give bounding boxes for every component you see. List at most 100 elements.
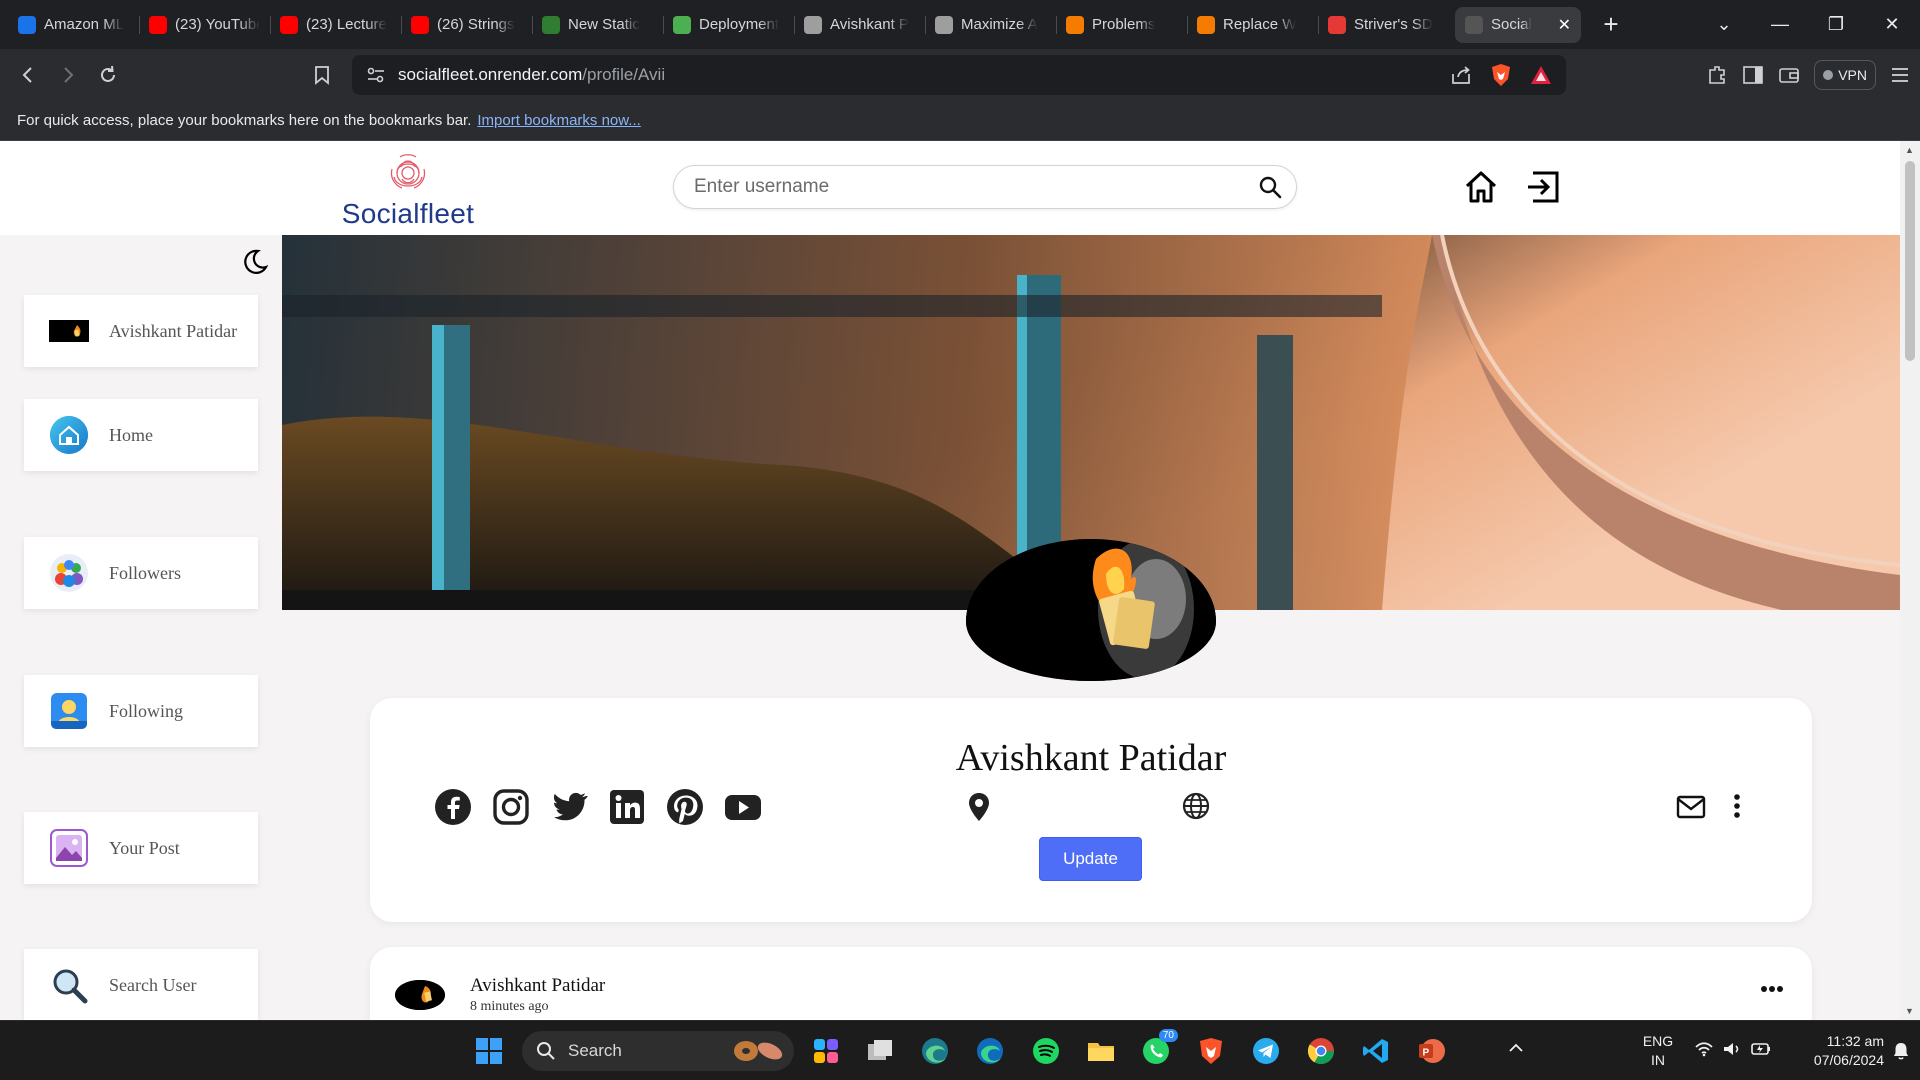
browser-tab[interactable]: Avishkant P [794, 7, 925, 43]
vscode-app[interactable] [1356, 1031, 1396, 1071]
forward-button[interactable] [48, 55, 88, 95]
site-logo[interactable]: Socialfleet [336, 153, 480, 230]
username-search-input[interactable] [694, 176, 1258, 198]
sidebar-item-home[interactable]: Home [24, 399, 258, 471]
sidebar-item-profile[interactable]: Avishkant Patidar [24, 295, 258, 367]
mail-icon[interactable] [1676, 795, 1706, 819]
tab-favicon-icon [1066, 15, 1084, 34]
brave-shields-icon[interactable] [1490, 63, 1512, 87]
url-omnibox[interactable]: socialfleet.onrender.com/profile/Avii [352, 55, 1566, 95]
volume-icon[interactable] [1722, 1041, 1742, 1057]
tab-favicon-icon [935, 15, 953, 34]
logout-icon[interactable] [1525, 168, 1563, 206]
edge-icon [922, 1038, 948, 1064]
browser-tab[interactable]: (23) Lecture [270, 7, 401, 43]
close-tab-button[interactable]: ✕ [1558, 15, 1571, 35]
scroll-up-arrow-icon[interactable]: ▲ [1905, 145, 1914, 155]
facebook-icon[interactable] [434, 788, 472, 826]
telegram-app[interactable] [1246, 1031, 1286, 1071]
scroll-down-arrow-icon[interactable]: ▼ [1905, 1006, 1914, 1016]
post-author-name[interactable]: Avishkant Patidar [470, 975, 605, 997]
sidebar-item-following[interactable]: Following [24, 675, 258, 747]
powerpoint-app[interactable]: P [1411, 1031, 1451, 1071]
tab-list: Amazon ML (23) YouTube (23) Lecture (26) St… [0, 0, 1581, 49]
post-more-options-icon[interactable] [1760, 985, 1784, 993]
browser-tab[interactable]: (23) YouTube [139, 7, 270, 43]
windows-taskbar: Search 70 P ENG IN 11:32 am 07/06/2024 [0, 1020, 1920, 1080]
url-path: /profile/Avii [582, 65, 666, 84]
minimize-button[interactable]: — [1752, 14, 1808, 35]
page-scrollbar[interactable]: ▲ ▼ [1900, 141, 1920, 1020]
chevron-up-icon[interactable] [1508, 1043, 1524, 1053]
browser-tab[interactable]: Amazon ML [8, 7, 139, 43]
menu-icon[interactable] [1890, 66, 1910, 84]
browser-tab[interactable]: New Static [532, 7, 663, 43]
brave-icon [1200, 1038, 1222, 1064]
update-profile-button[interactable]: Update [1039, 837, 1142, 881]
file-explorer-app[interactable] [1081, 1031, 1121, 1071]
twitter-icon[interactable] [550, 788, 588, 826]
post-author-avatar[interactable] [395, 980, 445, 1010]
extensions-icon[interactable] [1706, 64, 1728, 86]
whatsapp-app[interactable]: 70 [1136, 1029, 1178, 1071]
globe-icon[interactable] [1182, 792, 1210, 820]
vscode-icon [1363, 1039, 1388, 1063]
new-tab-button[interactable]: + [1591, 9, 1631, 40]
browser-tab[interactable]: Deployment [663, 7, 794, 43]
search-icon[interactable] [1258, 175, 1282, 199]
wallet-icon[interactable] [1778, 65, 1800, 85]
browser-tab[interactable]: Replace W [1187, 7, 1318, 43]
dark-mode-toggle-icon[interactable] [240, 247, 270, 277]
battery-icon[interactable] [1750, 1041, 1772, 1057]
tab-search-button[interactable]: ⌄ [1696, 14, 1752, 35]
home-icon[interactable] [1462, 168, 1500, 206]
copilot-app[interactable] [806, 1031, 846, 1071]
linkedin-icon[interactable] [608, 788, 646, 826]
sidebar-item-label: Avishkant Patidar [109, 320, 238, 341]
edge-beta-app[interactable] [915, 1031, 955, 1071]
share-icon[interactable] [1450, 65, 1472, 85]
back-button[interactable] [8, 55, 48, 95]
reload-button[interactable] [88, 55, 128, 95]
spotify-app[interactable] [1026, 1031, 1066, 1071]
restore-button[interactable]: ❐ [1808, 14, 1864, 35]
post-card: Avishkant Patidar 8 minutes ago [370, 947, 1812, 1020]
page-viewport: Socialfleet Avishkant Patidar Home Follo… [0, 141, 1920, 1020]
pinterest-icon[interactable] [666, 788, 704, 826]
chrome-app[interactable] [1301, 1031, 1341, 1071]
taskbar-search[interactable]: Search [522, 1031, 794, 1071]
edge-app[interactable] [970, 1031, 1010, 1071]
sidebar-item-search-user[interactable]: Search User [24, 949, 258, 1020]
scrollbar-thumb[interactable] [1905, 161, 1915, 361]
svg-text:P: P [1423, 1048, 1430, 1059]
site-settings-icon[interactable] [366, 66, 386, 84]
tab-favicon-icon [1197, 15, 1215, 34]
browser-tab[interactable]: Striver's SD [1318, 7, 1449, 43]
browser-tab-active[interactable]: Social ✕ [1455, 6, 1581, 43]
browser-tab[interactable]: Problems [1056, 7, 1187, 43]
vpn-button[interactable]: VPN [1814, 60, 1876, 90]
folder-icon [1088, 1043, 1114, 1061]
browser-toolbar-right: VPN [1706, 55, 1910, 95]
browser-tab[interactable]: (26) Strings [401, 7, 532, 43]
task-view-app[interactable] [860, 1031, 900, 1071]
brave-browser-app[interactable] [1191, 1031, 1231, 1071]
username-search [673, 165, 1297, 209]
wifi-icon[interactable] [1694, 1041, 1714, 1057]
import-bookmarks-link[interactable]: Import bookmarks now... [477, 112, 640, 129]
sidebar-item-your-post[interactable]: Your Post [24, 812, 258, 884]
notification-bell-icon[interactable] [1892, 1041, 1910, 1061]
language-indicator[interactable]: ENG IN [1638, 1032, 1678, 1070]
close-window-button[interactable]: ✕ [1864, 14, 1920, 35]
bookmark-button[interactable] [302, 55, 342, 95]
youtube-icon[interactable] [724, 788, 762, 826]
start-button[interactable] [469, 1031, 509, 1071]
profile-card: Avishkant Patidar Update [370, 698, 1812, 922]
brave-rewards-icon[interactable] [1530, 65, 1552, 85]
browser-tab[interactable]: Maximize A [925, 7, 1056, 43]
taskbar-clock[interactable]: 11:32 am 07/06/2024 [1784, 1032, 1884, 1070]
sidebar-toggle-icon[interactable] [1742, 65, 1764, 85]
instagram-icon[interactable] [492, 788, 530, 826]
sidebar-item-followers[interactable]: Followers [24, 537, 258, 609]
more-options-icon[interactable] [1732, 793, 1742, 819]
